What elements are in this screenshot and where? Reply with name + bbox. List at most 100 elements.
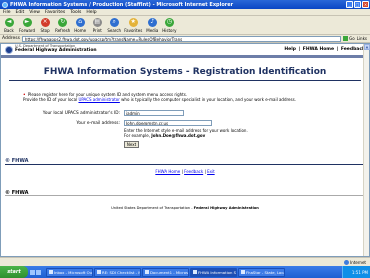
fhwa-header: U.S. Department of Transportation Federa… [1, 44, 369, 55]
internet-explorer-icon [2, 1, 8, 8]
menu-file[interactable]: File [3, 10, 11, 15]
app-icon [241, 270, 245, 274]
dept-footer: United States Department of Transportati… [1, 206, 369, 210]
clock: 1:51 PM [351, 269, 368, 275]
header-link-fhwa-home[interactable]: FHWA Home [303, 47, 334, 52]
email-example: John.Doe@fhwa.dot.gov [151, 133, 206, 139]
favorites-star-icon: ★ [128, 17, 138, 27]
minimize-button[interactable]: _ [346, 1, 353, 8]
page-title: FHWA Information Systems - Registration … [43, 67, 327, 77]
header-band [1, 55, 369, 58]
menu-help[interactable]: Help [86, 10, 96, 15]
email-hint-prefix: For example, [124, 133, 152, 139]
toolbar-button-stop[interactable]: × Stop [38, 17, 52, 33]
email-hint: Enter the Internet style e-mail address … [124, 128, 248, 139]
upacs-admin-link[interactable]: UPACS administrator [78, 97, 119, 102]
go-label: Go [349, 36, 355, 41]
toolbar-button-media[interactable]: ♪ Media [145, 17, 159, 33]
task-list: Inbox - Microsoft Outlook RE: SDI Checkli… [46, 267, 286, 277]
page-content: U.S. Department of Transportation Federa… [0, 43, 370, 257]
toolbar-button-label: Favorites [124, 27, 143, 33]
footer-link-exit[interactable]: Exit [207, 169, 215, 174]
go-button[interactable]: Go [343, 36, 355, 41]
toolbar-button-label: Stop [40, 27, 50, 33]
app-icon [145, 270, 149, 274]
refresh-icon: ↻ [58, 17, 68, 27]
app-icon [193, 270, 197, 274]
quick-launch-icon[interactable] [36, 269, 41, 275]
agency-name: Federal Highway Administration [15, 47, 97, 53]
close-button[interactable]: × [362, 1, 369, 8]
notice-line-1: Please register here for your unique sys… [27, 92, 188, 97]
window-title: FHWA Information Systems / Production (S… [10, 1, 234, 8]
search-icon: ⌕ [109, 17, 119, 27]
menu-favorites[interactable]: Favorites [45, 10, 65, 15]
menu-edit[interactable]: Edit [16, 10, 25, 15]
header-link-feedback[interactable]: Feedback [341, 47, 365, 52]
toolbar-button-back[interactable]: ◄ Back [2, 17, 16, 33]
registration-notice: • Please register here for your unique s… [23, 92, 358, 103]
history-icon: ◷ [164, 17, 174, 27]
taskbar-item[interactable]: Inbox - Microsoft Outlook [46, 267, 93, 277]
quick-launch-icon[interactable] [30, 269, 35, 275]
toolbar-button-label: History [162, 27, 177, 33]
toolbar-button-history[interactable]: ◷ History [162, 17, 177, 33]
header-link-help[interactable]: Help [284, 47, 296, 52]
toolbar-button-label: Home [74, 27, 87, 33]
notice-line-2-pre: Provide the ID of your local [23, 97, 79, 103]
toolbar-button-home[interactable]: ⌂ Home [73, 17, 87, 33]
taskbar-item[interactable]: Document1 - Microsoft... [142, 267, 189, 277]
toolbar-button-search[interactable]: ⌕ Search [107, 17, 121, 33]
window-title-bar: FHWA Information Systems / Production (S… [0, 0, 370, 9]
scroll-up-icon[interactable]: ▲ [364, 44, 370, 50]
menu-view[interactable]: View [29, 10, 40, 15]
address-label: Address [2, 36, 20, 41]
toolbar-button-refresh[interactable]: ↻ Refresh [55, 17, 71, 33]
forward-arrow-icon: ► [22, 17, 32, 27]
system-tray: 1:51 PM [342, 266, 370, 278]
dept-footer-prefix: United States Department of Transportati… [111, 206, 194, 210]
next-button[interactable]: Next [124, 141, 139, 148]
email-input[interactable]: John.doe@mstn.cr.us [124, 120, 212, 126]
dot-seal-icon [5, 45, 13, 54]
taskbar-item[interactable]: RE: SDI Checklist - Me... [94, 267, 141, 277]
vertical-scrollbar[interactable]: ▲ [363, 44, 370, 256]
links-button[interactable]: Links [357, 36, 367, 41]
admin-id-label: Your local UPACS administrator's ID: [42, 111, 120, 116]
admin-id-input[interactable]: jadmin [124, 110, 184, 116]
print-icon: ▤ [92, 17, 102, 27]
taskbar-item-label: Document1 - Microsoft... [150, 269, 189, 275]
app-icon [97, 270, 101, 274]
footer-divider [5, 164, 365, 165]
start-button[interactable]: start [0, 266, 28, 278]
toolbar-button-label: Back [4, 27, 14, 33]
toolbar-button-print[interactable]: ▤ Print [90, 17, 104, 33]
taskbar-item[interactable]: FHWA Information Sys... [190, 267, 237, 277]
agency-block: U.S. Department of Transportation Federa… [15, 44, 97, 54]
bottom-divider [5, 195, 365, 196]
internet-zone-icon [344, 259, 350, 265]
back-arrow-icon: ◄ [4, 17, 14, 27]
header-links: Help | FHWA Home | Feedback [284, 47, 365, 52]
go-arrow-icon [343, 36, 349, 41]
status-bar: Internet [0, 257, 370, 266]
toolbar-button-label: Forward [19, 27, 36, 33]
notice-line-2-post: who is typically the computer specialist… [119, 97, 296, 103]
footer-link-fhwa-home[interactable]: FHWA Home [155, 169, 180, 174]
address-input[interactable]: https://fhwaapps2.fhwa.dot.gov/upacsp/tm… [21, 35, 342, 42]
toolbar-button-forward[interactable]: ► Forward [19, 17, 36, 33]
taskbar-item[interactable]: FhaStar - State, Loca... [238, 267, 285, 277]
taskbar-item-label: FHWA Information Sys... [198, 269, 236, 275]
zone-label: Internet [350, 259, 366, 265]
toolbar-button-label: Refresh [55, 27, 71, 33]
maximize-button[interactable]: □ [354, 1, 361, 8]
bullet-icon: • [23, 92, 26, 97]
toolbar-button-favorites[interactable]: ★ Favorites [124, 17, 143, 33]
toolbar-button-label: Media [146, 27, 159, 33]
title-divider [9, 80, 361, 81]
menu-tools[interactable]: Tools [70, 10, 81, 15]
taskbar-item-label: Inbox - Microsoft Outlook [54, 269, 93, 275]
footer-link-feedback[interactable]: Feedback [184, 169, 203, 174]
browser-toolbar: ◄ Back ► Forward × Stop ↻ Refresh ⌂ Home ▤ Print ⌕ Se… [0, 16, 370, 35]
footer-links: FHWA Home | Feedback | Exit [155, 169, 215, 174]
